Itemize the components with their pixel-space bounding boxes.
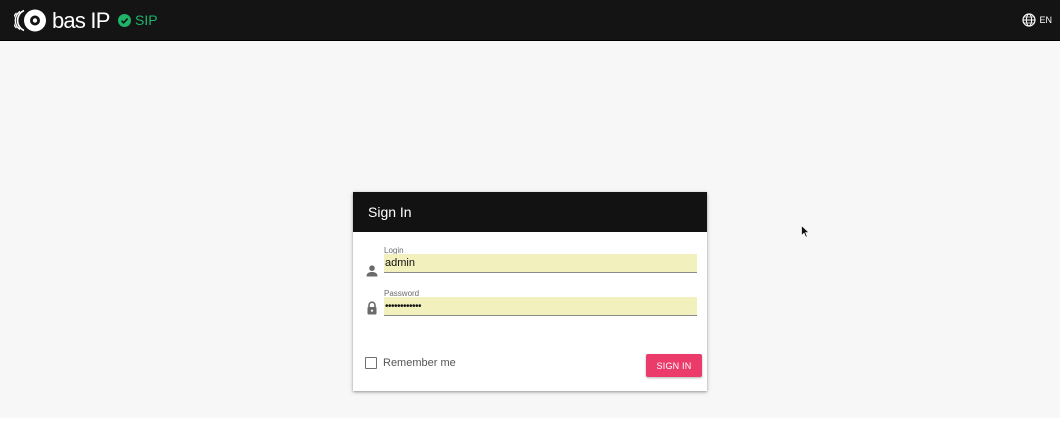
password-input[interactable]: ••••••••••••	[384, 297, 697, 316]
password-field: Password ••••••••••••	[363, 289, 697, 325]
language-selector[interactable]: EN	[1022, 13, 1052, 27]
bas-ip-logo[interactable]: bas IP	[14, 8, 110, 33]
logo-icon	[14, 9, 46, 32]
brand-name: bas IP	[52, 8, 110, 33]
sip-status-label: SIP	[135, 12, 158, 28]
remember-me-label: Remember me	[383, 357, 456, 369]
language-label: EN	[1039, 15, 1052, 25]
page-bottom-strip	[0, 418, 1060, 422]
login-field: Login admin	[363, 246, 697, 282]
sign-in-button[interactable]: SIGN IN	[646, 354, 702, 377]
mouse-cursor-icon	[801, 225, 810, 238]
checkbox-box[interactable]	[365, 357, 377, 369]
login-input[interactable]: admin	[384, 254, 697, 273]
check-circle-icon	[118, 13, 131, 27]
sign-in-title: Sign In	[368, 204, 412, 220]
globe-icon	[1022, 13, 1037, 27]
sip-status-indicator: SIP	[118, 12, 158, 28]
sign-in-card: Sign In Login admin Password •••••••••••…	[353, 192, 707, 391]
top-bar: bas IP SIP EN	[0, 0, 1060, 41]
lock-icon	[367, 301, 377, 315]
sign-in-header: Sign In	[353, 192, 707, 232]
remember-me-checkbox[interactable]: Remember me	[365, 357, 456, 369]
person-icon	[366, 265, 378, 277]
